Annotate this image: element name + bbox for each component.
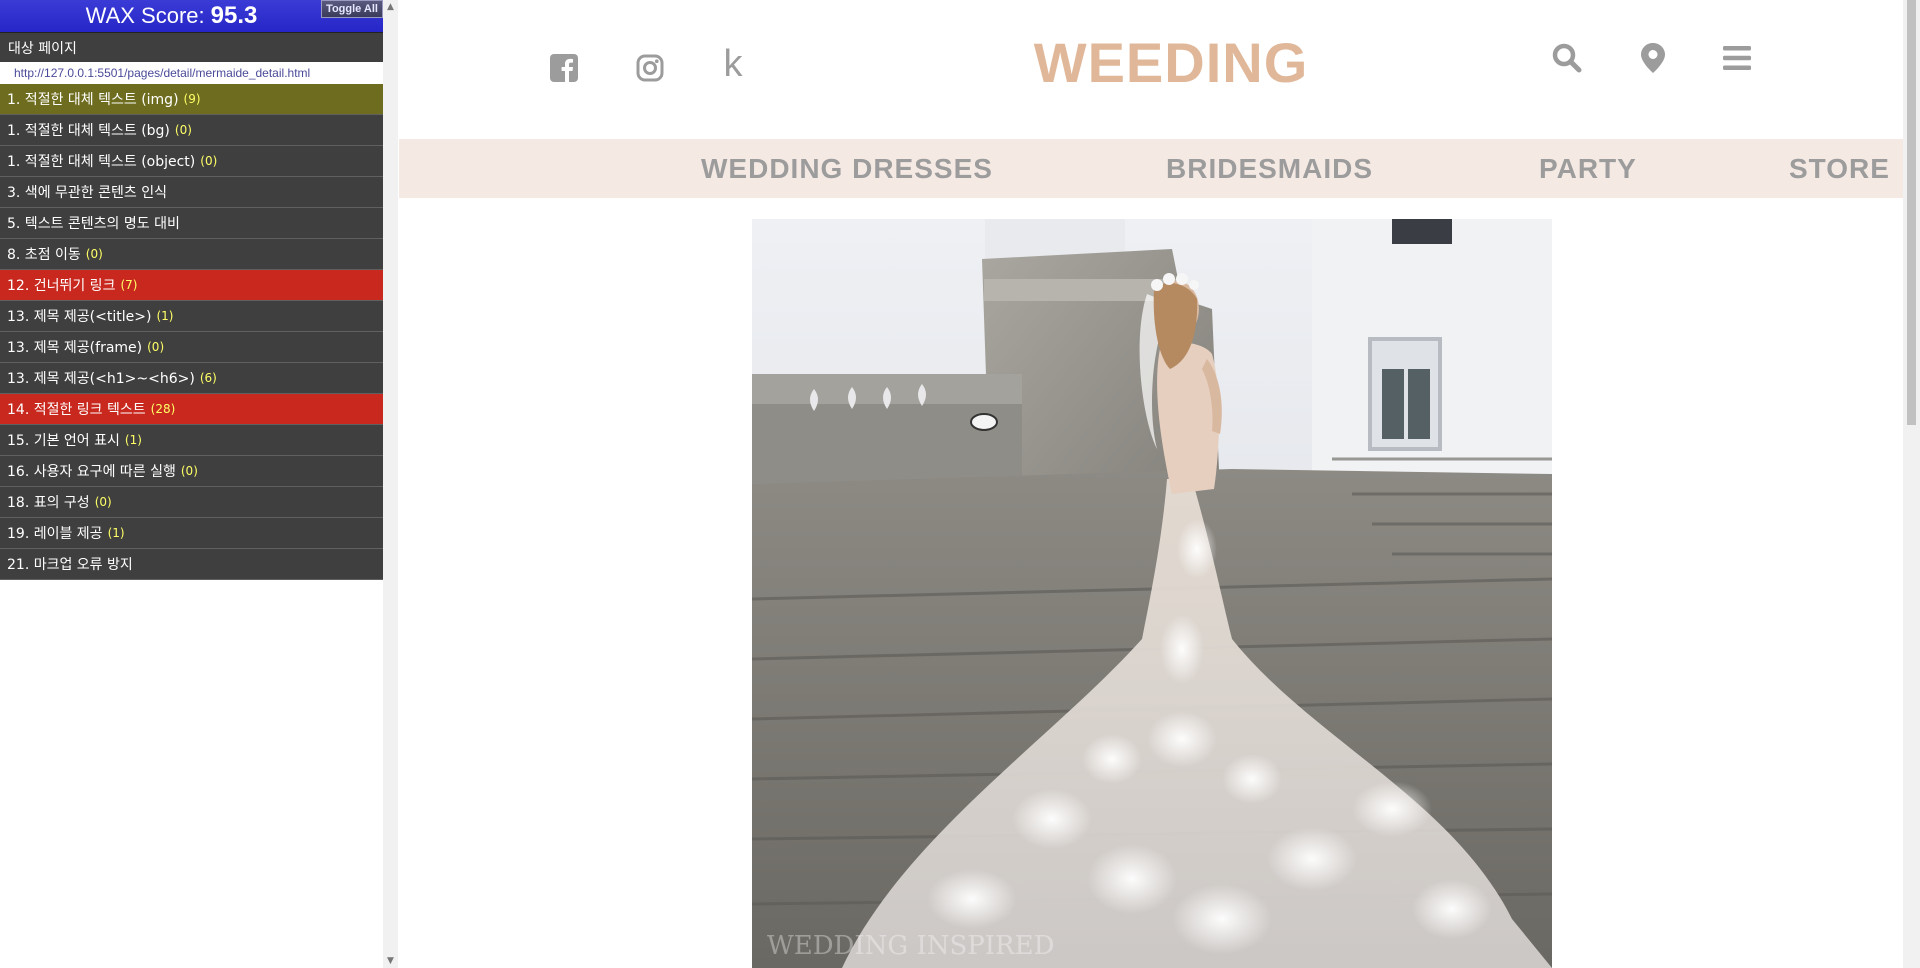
scroll-up-arrow-icon[interactable]: ▲ <box>383 0 398 14</box>
wax-check-item[interactable]: 19. 레이블 제공 (1) <box>0 518 383 549</box>
wax-check-label: 5. 텍스트 콘텐츠의 명도 대비 <box>7 216 180 232</box>
wax-check-count: (1) <box>124 433 142 447</box>
wax-check-label: 21. 마크업 오류 방지 <box>7 557 133 573</box>
wax-check-count: (0) <box>94 495 112 509</box>
menu-icon[interactable] <box>1719 40 1755 76</box>
wax-check-item[interactable]: 1. 적절한 대체 텍스트 (bg) (0) <box>0 115 383 146</box>
wax-check-item[interactable]: 13. 제목 제공(<title>) (1) <box>0 301 383 332</box>
wax-check-count: (28) <box>150 402 176 416</box>
wax-check-list: 1. 적절한 대체 텍스트 (img) (9) 1. 적절한 대체 텍스트 (bg)… <box>0 84 383 580</box>
wax-check-label: 19. 레이블 제공 <box>7 526 103 542</box>
site-viewport: k WEEDING WEDDING DRESSES BRIDESMAIDS PA… <box>399 0 1903 968</box>
wax-check-label: 1. 적절한 대체 텍스트 (object) <box>7 154 196 170</box>
wax-check-item[interactable]: 8. 초점 이동 (0) <box>0 239 383 270</box>
site-header: k WEEDING <box>399 0 1903 139</box>
wax-check-count: (0) <box>85 247 103 261</box>
wax-check-label: 18. 표의 구성 <box>7 495 90 511</box>
wax-check-item[interactable]: 14. 적절한 링크 텍스트 (28) <box>0 394 383 425</box>
location-pin-icon[interactable] <box>1635 40 1671 76</box>
main-nav: WEDDING DRESSES BRIDESMAIDS PARTY STORE <box>399 139 1903 198</box>
site-logo[interactable]: WEEDING <box>999 30 1343 95</box>
wax-check-count: (0) <box>180 464 198 478</box>
wax-score-label: WAX Score: <box>85 3 205 28</box>
facebook-icon[interactable] <box>549 52 579 84</box>
target-page-url: http://127.0.0.1:5501/pages/detail/merma… <box>0 62 383 84</box>
wax-check-item[interactable]: 13. 제목 제공(<h1>~<h6>) (6) <box>0 363 383 394</box>
wax-panel-scrollbar[interactable]: ▲ ▼ <box>383 0 398 968</box>
wax-check-label: 8. 초점 이동 <box>7 247 81 263</box>
wax-check-count: (0) <box>147 340 165 354</box>
wax-check-item[interactable]: 15. 기본 언어 표시 (1) <box>0 425 383 456</box>
scroll-down-arrow-icon[interactable]: ▼ <box>383 954 398 968</box>
wax-panel: WAX Score: 95.3 Toggle All 대상 페이지 http:/… <box>0 0 383 968</box>
wax-score-value: 95.3 <box>210 2 258 29</box>
wax-check-label: 12. 건너뛰기 링크 <box>7 278 116 294</box>
wax-check-label: 13. 제목 제공(<title>) <box>7 309 152 325</box>
wax-check-label: 16. 사용자 요구에 따른 실행 <box>7 464 176 480</box>
wax-check-label: 15. 기본 언어 표시 <box>7 433 120 449</box>
wax-check-count: (9) <box>183 92 201 106</box>
wax-check-item[interactable]: 21. 마크업 오류 방지 <box>0 549 383 580</box>
wax-check-count: (0) <box>200 154 218 168</box>
mermaid-dress-photo: WEDDING INSPIRED <box>752 219 1552 968</box>
target-page-header: 대상 페이지 <box>0 32 383 62</box>
instagram-icon[interactable] <box>635 52 665 84</box>
wax-check-item[interactable]: 18. 표의 구성 (0) <box>0 487 383 518</box>
nav-item-bridesmaids[interactable]: BRIDESMAIDS <box>1166 139 1373 198</box>
wax-check-count: (1) <box>107 526 125 540</box>
wax-check-label: 3. 색에 무관한 콘텐츠 인식 <box>7 185 167 201</box>
wax-check-label: 1. 적절한 대체 텍스트 (bg) <box>7 123 170 139</box>
wax-check-item[interactable]: 12. 건너뛰기 링크 (7) <box>0 270 383 301</box>
wax-check-label: 13. 제목 제공(<h1>~<h6>) <box>7 371 195 387</box>
kakaostory-icon[interactable]: k <box>718 43 748 85</box>
wax-check-count: (7) <box>120 278 138 292</box>
wax-check-count: (0) <box>174 123 192 137</box>
wax-check-item[interactable]: 13. 제목 제공(frame) (0) <box>0 332 383 363</box>
wax-check-count: (6) <box>199 371 217 385</box>
wax-check-label: 14. 적절한 링크 텍스트 <box>7 402 146 418</box>
page-scrollbar-thumb[interactable] <box>1907 0 1916 425</box>
page-scrollbar[interactable] <box>1903 0 1920 968</box>
wax-check-item[interactable]: 3. 색에 무관한 콘텐츠 인식 <box>0 177 383 208</box>
wax-check-item[interactable]: 16. 사용자 요구에 따른 실행 (0) <box>0 456 383 487</box>
search-icon[interactable] <box>1549 40 1585 76</box>
nav-item-party[interactable]: PARTY <box>1539 139 1637 198</box>
wax-check-label: 1. 적절한 대체 텍스트 (img) <box>7 92 179 108</box>
image-watermark: WEDDING INSPIRED <box>767 931 1054 961</box>
wax-check-item[interactable]: 1. 적절한 대체 텍스트 (object) (0) <box>0 146 383 177</box>
wax-score-bar: WAX Score: 95.3 Toggle All <box>0 0 383 32</box>
wax-check-count: (1) <box>156 309 174 323</box>
nav-item-store[interactable]: STORE <box>1789 139 1890 198</box>
nav-item-wedding-dresses[interactable]: WEDDING DRESSES <box>701 139 993 198</box>
wax-check-item[interactable]: 5. 텍스트 콘텐츠의 명도 대비 <box>0 208 383 239</box>
toggle-all-button[interactable]: Toggle All <box>321 0 383 18</box>
wax-check-label: 13. 제목 제공(frame) <box>7 340 143 356</box>
wax-check-item[interactable]: 1. 적절한 대체 텍스트 (img) (9) <box>0 84 383 115</box>
